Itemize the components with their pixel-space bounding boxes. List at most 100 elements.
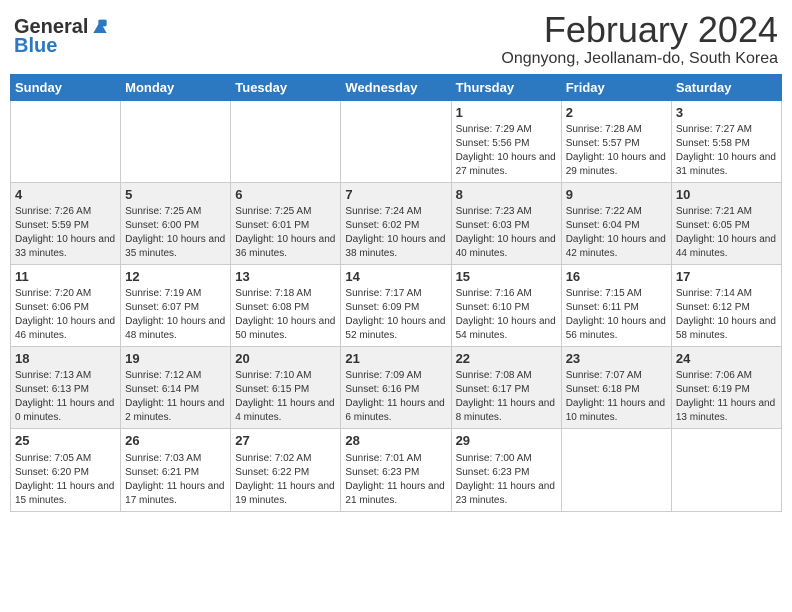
calendar-week-4: 18Sunrise: 7:13 AM Sunset: 6:13 PM Dayli… <box>11 347 782 429</box>
day-number: 18 <box>15 350 116 368</box>
day-info: Sunrise: 7:24 AM Sunset: 6:02 PM Dayligh… <box>345 205 446 261</box>
table-row: 15Sunrise: 7:16 AM Sunset: 6:10 PM Dayli… <box>451 264 561 346</box>
table-row <box>11 100 121 182</box>
day-info: Sunrise: 7:20 AM Sunset: 6:06 PM Dayligh… <box>15 287 116 343</box>
day-number: 11 <box>15 268 116 286</box>
title-area: February 2024 Ongnyong, Jeollanam-do, So… <box>501 10 778 68</box>
day-number: 3 <box>676 104 777 122</box>
day-info: Sunrise: 7:16 AM Sunset: 6:10 PM Dayligh… <box>456 287 557 343</box>
logo-blue-text: Blue <box>14 35 57 58</box>
day-number: 19 <box>125 350 226 368</box>
day-info: Sunrise: 7:03 AM Sunset: 6:21 PM Dayligh… <box>125 452 226 508</box>
logo-icon <box>90 18 110 38</box>
day-info: Sunrise: 7:13 AM Sunset: 6:13 PM Dayligh… <box>15 369 116 425</box>
day-info: Sunrise: 7:19 AM Sunset: 6:07 PM Dayligh… <box>125 287 226 343</box>
day-number: 27 <box>235 432 336 450</box>
day-number: 16 <box>566 268 667 286</box>
day-number: 6 <box>235 186 336 204</box>
table-row: 1Sunrise: 7:29 AM Sunset: 5:56 PM Daylig… <box>451 100 561 182</box>
calendar-week-1: 1Sunrise: 7:29 AM Sunset: 5:56 PM Daylig… <box>11 100 782 182</box>
day-info: Sunrise: 7:29 AM Sunset: 5:56 PM Dayligh… <box>456 123 557 179</box>
day-info: Sunrise: 7:27 AM Sunset: 5:58 PM Dayligh… <box>676 123 777 179</box>
day-number: 29 <box>456 432 557 450</box>
calendar-week-2: 4Sunrise: 7:26 AM Sunset: 5:59 PM Daylig… <box>11 182 782 264</box>
day-info: Sunrise: 7:28 AM Sunset: 5:57 PM Dayligh… <box>566 123 667 179</box>
calendar-week-3: 11Sunrise: 7:20 AM Sunset: 6:06 PM Dayli… <box>11 264 782 346</box>
table-row: 13Sunrise: 7:18 AM Sunset: 6:08 PM Dayli… <box>231 264 341 346</box>
table-row: 19Sunrise: 7:12 AM Sunset: 6:14 PM Dayli… <box>121 347 231 429</box>
day-info: Sunrise: 7:21 AM Sunset: 6:05 PM Dayligh… <box>676 205 777 261</box>
table-row <box>121 100 231 182</box>
day-number: 10 <box>676 186 777 204</box>
day-number: 17 <box>676 268 777 286</box>
table-row <box>671 429 781 511</box>
table-row: 27 Sunrise: 7:02 AM Sunset: 6:22 PM Dayli… <box>231 429 341 511</box>
day-number: 12 <box>125 268 226 286</box>
day-number: 21 <box>345 350 446 368</box>
table-row: 22Sunrise: 7:08 AM Sunset: 6:17 PM Dayli… <box>451 347 561 429</box>
header-sunday: Sunday <box>11 74 121 100</box>
day-info: Sunrise: 7:14 AM Sunset: 6:12 PM Dayligh… <box>676 287 777 343</box>
day-info: Sunrise: 7:06 AM Sunset: 6:19 PM Dayligh… <box>676 369 777 425</box>
table-row: 21Sunrise: 7:09 AM Sunset: 6:16 PM Dayli… <box>341 347 451 429</box>
table-row: 3Sunrise: 7:27 AM Sunset: 5:58 PM Daylig… <box>671 100 781 182</box>
day-number: 4 <box>15 186 116 204</box>
table-row: 17Sunrise: 7:14 AM Sunset: 6:12 PM Dayli… <box>671 264 781 346</box>
header-monday: Monday <box>121 74 231 100</box>
day-info: Sunrise: 7:15 AM Sunset: 6:11 PM Dayligh… <box>566 287 667 343</box>
table-row: 14Sunrise: 7:17 AM Sunset: 6:09 PM Dayli… <box>341 264 451 346</box>
table-row: 7Sunrise: 7:24 AM Sunset: 6:02 PM Daylig… <box>341 182 451 264</box>
table-row: 8Sunrise: 7:23 AM Sunset: 6:03 PM Daylig… <box>451 182 561 264</box>
table-row: 24Sunrise: 7:06 AM Sunset: 6:19 PM Dayli… <box>671 347 781 429</box>
calendar-week-5: 25Sunrise: 7:05 AM Sunset: 6:20 PM Dayli… <box>11 429 782 511</box>
table-row: 5Sunrise: 7:25 AM Sunset: 6:00 PM Daylig… <box>121 182 231 264</box>
calendar-table: Sunday Monday Tuesday Wednesday Thursday… <box>10 74 782 512</box>
table-row: 26 Sunrise: 7:03 AM Sunset: 6:21 PM Dayli… <box>121 429 231 511</box>
table-row: 29 Sunrise: 7:00 AM Sunset: 6:23 PM Dayli… <box>451 429 561 511</box>
table-row: 11Sunrise: 7:20 AM Sunset: 6:06 PM Dayli… <box>11 264 121 346</box>
day-number: 7 <box>345 186 446 204</box>
table-row: 23Sunrise: 7:07 AM Sunset: 6:18 PM Dayli… <box>561 347 671 429</box>
calendar-subtitle: Ongnyong, Jeollanam-do, South Korea <box>501 50 778 68</box>
logo: General Blue <box>14 10 110 58</box>
day-number: 26 <box>125 432 226 450</box>
day-info: Sunrise: 7:12 AM Sunset: 6:14 PM Dayligh… <box>125 369 226 425</box>
header-thursday: Thursday <box>451 74 561 100</box>
day-info: Sunrise: 7:17 AM Sunset: 6:09 PM Dayligh… <box>345 287 446 343</box>
header-friday: Friday <box>561 74 671 100</box>
day-number: 14 <box>345 268 446 286</box>
header-wednesday: Wednesday <box>341 74 451 100</box>
table-row <box>341 100 451 182</box>
table-row <box>561 429 671 511</box>
day-number: 5 <box>125 186 226 204</box>
table-row: 6Sunrise: 7:25 AM Sunset: 6:01 PM Daylig… <box>231 182 341 264</box>
day-number: 1 <box>456 104 557 122</box>
day-info: Sunrise: 7:05 AM Sunset: 6:20 PM Dayligh… <box>15 452 116 508</box>
day-number: 23 <box>566 350 667 368</box>
table-row <box>231 100 341 182</box>
table-row: 18Sunrise: 7:13 AM Sunset: 6:13 PM Dayli… <box>11 347 121 429</box>
day-number: 8 <box>456 186 557 204</box>
table-row: 28 Sunrise: 7:01 AM Sunset: 6:23 PM Dayli… <box>341 429 451 511</box>
day-info: Sunrise: 7:01 AM Sunset: 6:23 PM Dayligh… <box>345 452 446 508</box>
day-info: Sunrise: 7:26 AM Sunset: 5:59 PM Dayligh… <box>15 205 116 261</box>
day-info: Sunrise: 7:02 AM Sunset: 6:22 PM Dayligh… <box>235 452 336 508</box>
day-number: 22 <box>456 350 557 368</box>
header-tuesday: Tuesday <box>231 74 341 100</box>
day-number: 28 <box>345 432 446 450</box>
calendar-title: February 2024 <box>501 10 778 50</box>
table-row: 10Sunrise: 7:21 AM Sunset: 6:05 PM Dayli… <box>671 182 781 264</box>
table-row: 20Sunrise: 7:10 AM Sunset: 6:15 PM Dayli… <box>231 347 341 429</box>
header-saturday: Saturday <box>671 74 781 100</box>
day-number: 15 <box>456 268 557 286</box>
day-number: 9 <box>566 186 667 204</box>
day-info: Sunrise: 7:00 AM Sunset: 6:23 PM Dayligh… <box>456 452 557 508</box>
day-info: Sunrise: 7:07 AM Sunset: 6:18 PM Dayligh… <box>566 369 667 425</box>
table-row: 12Sunrise: 7:19 AM Sunset: 6:07 PM Dayli… <box>121 264 231 346</box>
day-info: Sunrise: 7:25 AM Sunset: 6:00 PM Dayligh… <box>125 205 226 261</box>
header: General Blue February 2024 Ongnyong, Jeo… <box>10 10 782 68</box>
day-info: Sunrise: 7:23 AM Sunset: 6:03 PM Dayligh… <box>456 205 557 261</box>
day-info: Sunrise: 7:25 AM Sunset: 6:01 PM Dayligh… <box>235 205 336 261</box>
table-row: 25Sunrise: 7:05 AM Sunset: 6:20 PM Dayli… <box>11 429 121 511</box>
day-info: Sunrise: 7:10 AM Sunset: 6:15 PM Dayligh… <box>235 369 336 425</box>
